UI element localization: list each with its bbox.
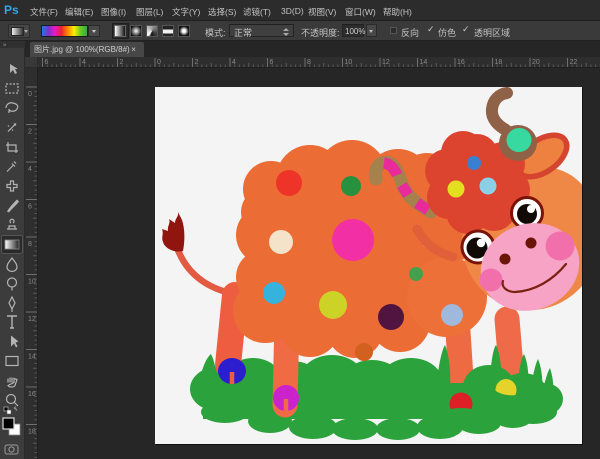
svg-text:18: 18 [28, 429, 36, 436]
svg-text:10: 10 [28, 279, 36, 286]
svg-text:12: 12 [28, 316, 36, 323]
svg-text:10: 10 [345, 59, 353, 66]
svg-text:8: 8 [28, 241, 32, 248]
svg-text:4: 4 [28, 166, 32, 173]
svg-text:2: 2 [120, 59, 124, 66]
svg-text:0: 0 [157, 59, 161, 66]
svg-text:22: 22 [570, 59, 578, 66]
svg-text:2: 2 [195, 59, 199, 66]
svg-text:6: 6 [45, 59, 49, 66]
svg-text:18: 18 [495, 59, 503, 66]
svg-text:2: 2 [28, 129, 32, 136]
svg-text:训练营美术: 训练营美术 [455, 433, 488, 442]
svg-text:4: 4 [82, 59, 86, 66]
svg-text:6: 6 [28, 204, 32, 211]
svg-text:14: 14 [420, 59, 428, 66]
svg-text:14: 14 [28, 354, 36, 361]
svg-text:6: 6 [270, 59, 274, 66]
svg-text:16: 16 [457, 59, 465, 66]
svg-text:4: 4 [232, 59, 236, 66]
svg-text:16: 16 [28, 391, 36, 398]
svg-text:12: 12 [382, 59, 390, 66]
svg-text:0: 0 [28, 91, 32, 98]
svg-text:20: 20 [532, 59, 540, 66]
svg-text:8: 8 [307, 59, 311, 66]
